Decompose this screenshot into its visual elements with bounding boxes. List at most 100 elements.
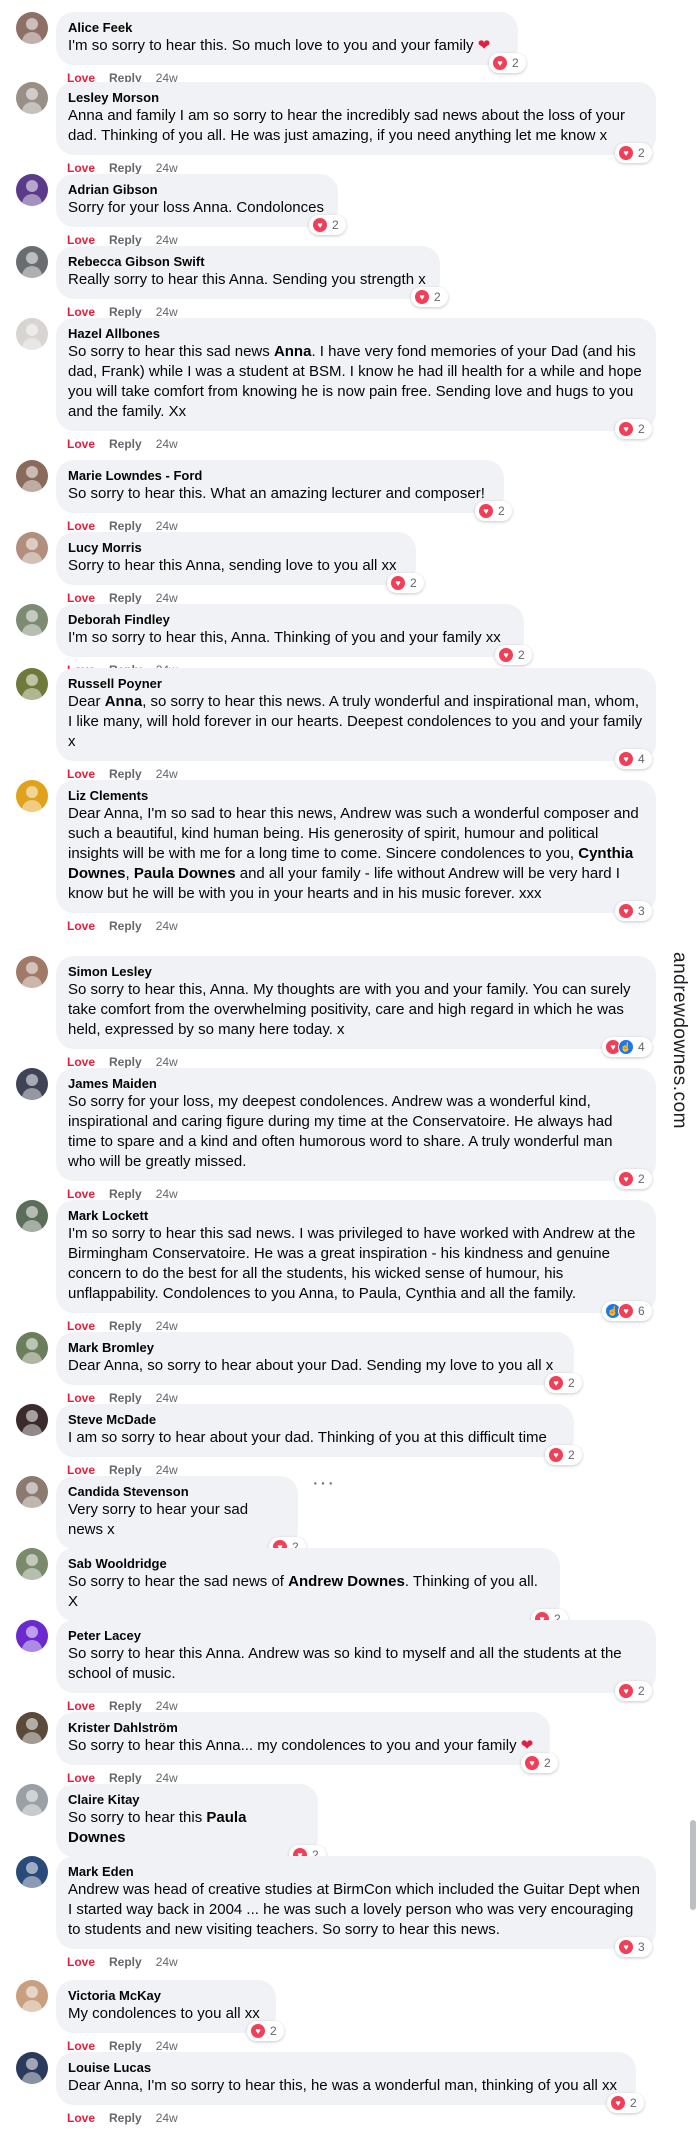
love-button[interactable]: Love (67, 161, 95, 175)
comment-author[interactable]: Peter Lacey (68, 1628, 644, 1644)
reaction-summary[interactable]: ♥ 2 (615, 143, 652, 163)
avatar[interactable] (16, 1712, 48, 1744)
scrollbar[interactable] (690, 1820, 696, 1910)
tagged-name[interactable]: Andrew Downes (288, 1573, 405, 1590)
reaction-summary[interactable]: ♥ 2 (545, 1445, 582, 1465)
love-button[interactable]: Love (67, 591, 95, 605)
timestamp[interactable]: 24w (156, 1955, 178, 1969)
reaction-summary[interactable]: ♥ 2 (607, 2093, 644, 2113)
avatar[interactable] (16, 1620, 48, 1652)
timestamp[interactable]: 24w (156, 2111, 178, 2125)
reaction-summary[interactable]: ♥ 2 (475, 501, 512, 521)
avatar[interactable] (16, 956, 48, 988)
reaction-summary[interactable]: ♥ 2 (411, 287, 448, 307)
comment-author[interactable]: Hazel Allbones (68, 326, 644, 342)
timestamp[interactable]: 24w (156, 1463, 178, 1477)
reaction-summary[interactable]: ♥ 2 (495, 645, 532, 665)
timestamp[interactable]: 24w (156, 1771, 178, 1785)
reply-button[interactable]: Reply (109, 1319, 142, 1333)
comment-author[interactable]: Alice Feek (68, 20, 506, 36)
reaction-summary[interactable]: ♥ 2 (521, 1753, 558, 1773)
love-button[interactable]: Love (67, 305, 95, 319)
reply-button[interactable]: Reply (109, 1187, 142, 1201)
avatar[interactable] (16, 668, 48, 700)
timestamp[interactable]: 24w (156, 2039, 178, 2053)
love-button[interactable]: Love (67, 233, 95, 247)
avatar[interactable] (16, 82, 48, 114)
comment-author[interactable]: Claire Kitay (68, 1792, 306, 1808)
timestamp[interactable]: 24w (156, 767, 178, 781)
tagged-name[interactable]: Anna (274, 343, 312, 360)
avatar[interactable] (16, 1068, 48, 1100)
comment-author[interactable]: James Maiden (68, 1076, 644, 1092)
avatar[interactable] (16, 1476, 48, 1508)
reply-button[interactable]: Reply (109, 1055, 142, 1069)
love-button[interactable]: Love (67, 1699, 95, 1713)
reply-button[interactable]: Reply (109, 2039, 142, 2053)
love-button[interactable]: Love (67, 1955, 95, 1969)
reaction-summary[interactable]: ♥ 2 (615, 1169, 652, 1189)
avatar[interactable] (16, 246, 48, 278)
avatar[interactable] (16, 1784, 48, 1816)
reaction-summary[interactable]: ♥ 2 (615, 419, 652, 439)
reply-button[interactable]: Reply (109, 305, 142, 319)
reaction-summary[interactable]: ☝ ♥ 6 (602, 1301, 652, 1321)
reply-button[interactable]: Reply (109, 161, 142, 175)
avatar[interactable] (16, 532, 48, 564)
comment-author[interactable]: Lesley Morson (68, 90, 644, 106)
love-button[interactable]: Love (67, 2111, 95, 2125)
love-button[interactable]: Love (67, 919, 95, 933)
reply-button[interactable]: Reply (109, 767, 142, 781)
reaction-summary[interactable]: ♥ ☝ 4 (602, 1037, 652, 1057)
avatar[interactable] (16, 604, 48, 636)
timestamp[interactable]: 24w (156, 1187, 178, 1201)
comment-author[interactable]: Candida Stevenson (68, 1484, 286, 1500)
avatar[interactable] (16, 460, 48, 492)
reply-button[interactable]: Reply (109, 1699, 142, 1713)
comment-author[interactable]: Russell Poyner (68, 676, 644, 692)
comment-author[interactable]: Louise Lucas (68, 2060, 624, 2076)
reply-button[interactable]: Reply (109, 519, 142, 533)
avatar[interactable] (16, 1856, 48, 1888)
timestamp[interactable]: 24w (156, 437, 178, 451)
reaction-summary[interactable]: ♥ 2 (309, 215, 346, 235)
reply-button[interactable]: Reply (109, 591, 142, 605)
comment-author[interactable]: Steve McDade (68, 1412, 562, 1428)
love-button[interactable]: Love (67, 2039, 95, 2053)
reply-button[interactable]: Reply (109, 1391, 142, 1405)
comment-author[interactable]: Rebecca Gibson Swift (68, 254, 428, 270)
love-button[interactable]: Love (67, 437, 95, 451)
avatar[interactable] (16, 780, 48, 812)
reaction-summary[interactable]: ♥ 2 (247, 2021, 284, 2041)
reaction-summary[interactable]: ♥ 3 (615, 901, 652, 921)
timestamp[interactable]: 24w (156, 1391, 178, 1405)
avatar[interactable] (16, 174, 48, 206)
comment-author[interactable]: Victoria McKay (68, 1988, 264, 2004)
reply-button[interactable]: Reply (109, 1463, 142, 1477)
timestamp[interactable]: 24w (156, 1319, 178, 1333)
love-button[interactable]: Love (67, 519, 95, 533)
tagged-name[interactable]: Paula Downes (134, 865, 236, 882)
reaction-summary[interactable]: ♥ 2 (545, 1373, 582, 1393)
comment-author[interactable]: Lucy Morris (68, 540, 404, 556)
timestamp[interactable]: 24w (156, 919, 178, 933)
reaction-summary[interactable]: ♥ 2 (489, 53, 526, 73)
reaction-summary[interactable]: ♥ 2 (387, 573, 424, 593)
timestamp[interactable]: 24w (156, 305, 178, 319)
timestamp[interactable]: 24w (156, 1055, 178, 1069)
love-button[interactable]: Love (67, 767, 95, 781)
reply-button[interactable]: Reply (109, 2111, 142, 2125)
love-button[interactable]: Love (67, 1771, 95, 1785)
comment-author[interactable]: Mark Eden (68, 1864, 644, 1880)
reply-button[interactable]: Reply (109, 1771, 142, 1785)
comment-author[interactable]: Mark Bromley (68, 1340, 562, 1356)
comment-author[interactable]: Simon Lesley (68, 964, 644, 980)
avatar[interactable] (16, 1548, 48, 1580)
timestamp[interactable]: 24w (156, 1699, 178, 1713)
comment-author[interactable]: Deborah Findley (68, 612, 512, 628)
avatar[interactable] (16, 1980, 48, 2012)
reply-button[interactable]: Reply (109, 1955, 142, 1969)
more-options-icon[interactable]: ··· (312, 1472, 335, 1495)
timestamp[interactable]: 24w (156, 591, 178, 605)
avatar[interactable] (16, 12, 48, 44)
